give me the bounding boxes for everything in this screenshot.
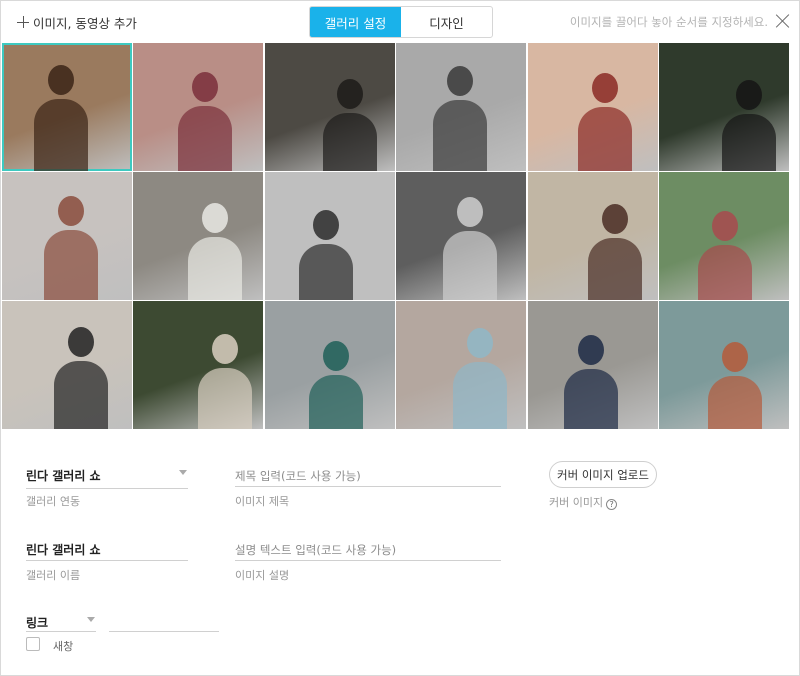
photo-grid [2, 43, 789, 429]
photo-figure-head [202, 203, 229, 233]
title-placeholder: 제목 입력(코드 사용 가능) [235, 469, 361, 483]
photo-figure-head [212, 334, 239, 364]
photo-figure-body [697, 245, 752, 300]
field-underline [26, 488, 188, 489]
photo-thumbnail[interactable] [396, 301, 527, 429]
photo-figure-body [308, 375, 363, 429]
photo-figure-head [58, 196, 84, 226]
cover-label-text: 커버 이미지 [549, 496, 604, 509]
chevron-down-icon [87, 617, 95, 622]
photo-thumbnail[interactable] [658, 43, 789, 171]
photo-thumbnail[interactable] [658, 301, 789, 429]
cover-upload-button[interactable]: 커버 이미지 업로드 [549, 461, 657, 488]
photo-thumbnail[interactable] [2, 172, 132, 300]
plus-icon [17, 16, 29, 28]
gallery-name-label: 갤러리 이름 [26, 569, 81, 582]
photo-figure-head [735, 80, 762, 110]
field-underline [26, 560, 188, 561]
field-underline [235, 486, 501, 487]
photo-figure-head [48, 65, 74, 95]
photo-figure-head [591, 73, 618, 103]
photo-figure-head [68, 327, 94, 357]
photo-thumbnail[interactable] [527, 43, 658, 171]
link-url-input[interactable] [109, 612, 219, 634]
reorder-hint: 이미지를 끌어다 놓아 순서를 지정하세요. [569, 15, 768, 29]
photo-thumbnail[interactable] [133, 43, 264, 171]
title-input[interactable]: 제목 입력(코드 사용 가능) [235, 465, 501, 489]
new-window-checkbox[interactable] [26, 637, 40, 651]
tab-group: 갤러리 설정 디자인 [309, 6, 493, 38]
chevron-down-icon [179, 470, 187, 475]
photo-thumbnail[interactable] [133, 301, 264, 429]
add-media-button[interactable]: 이미지, 동영상 추가 [17, 12, 137, 32]
photo-figure-body [54, 361, 108, 429]
photo-thumbnail[interactable] [264, 301, 395, 429]
photo-thumbnail[interactable] [2, 43, 132, 171]
photo-figure-body [577, 107, 632, 171]
photo-figure-head [192, 72, 219, 102]
photo-figure-body [707, 376, 762, 429]
gallery-link-select[interactable]: 린다 갤러리 쇼 [26, 465, 188, 489]
photo-figure-body [443, 231, 498, 300]
help-icon[interactable]: ? [606, 499, 618, 510]
photo-figure-head [711, 211, 738, 241]
field-underline [235, 560, 501, 561]
tab-gallery-settings[interactable]: 갤러리 설정 [310, 7, 401, 37]
photo-figure-head [322, 341, 349, 371]
gallery-name-value: 린다 갤러리 쇼 [26, 543, 101, 557]
toolbar: 이미지, 동영상 추가 갤러리 설정 디자인 이미지를 끌어다 놓아 순서를 지… [1, 1, 800, 43]
photo-figure-body [198, 368, 253, 429]
field-underline [26, 631, 96, 632]
photo-thumbnail[interactable] [264, 43, 395, 171]
photo-thumbnail[interactable] [527, 172, 658, 300]
link-type-value: 링크 [26, 616, 49, 630]
photo-figure-body [188, 237, 243, 300]
cover-label: 커버 이미지? [549, 494, 618, 510]
photo-figure-body [44, 230, 98, 300]
description-input[interactable]: 설명 텍스트 입력(코드 사용 가능) [235, 539, 501, 563]
description-label: 이미지 설명 [235, 569, 290, 582]
photo-thumbnail[interactable] [133, 172, 264, 300]
add-media-label: 이미지, 동영상 추가 [33, 15, 137, 31]
photo-figure-head [467, 328, 494, 358]
photo-figure-body [34, 99, 88, 171]
photo-figure-body [563, 369, 618, 429]
photo-figure-head [447, 66, 474, 96]
field-underline [109, 631, 219, 632]
photo-figure-body [433, 100, 488, 171]
photo-thumbnail[interactable] [264, 172, 395, 300]
photo-figure-body [322, 113, 377, 171]
photo-thumbnail[interactable] [658, 172, 789, 300]
photo-figure-body [178, 106, 233, 171]
photo-figure-body [721, 114, 776, 171]
photo-figure-head [577, 335, 604, 365]
new-window-label: 새창 [53, 640, 74, 653]
link-type-select[interactable]: 링크 [26, 612, 96, 634]
photo-thumbnail[interactable] [396, 172, 527, 300]
photo-thumbnail[interactable] [2, 301, 132, 429]
photo-figure-head [336, 79, 363, 109]
photo-figure-body [587, 238, 642, 300]
photo-figure-head [601, 204, 628, 234]
photo-figure-body [298, 244, 353, 300]
photo-thumbnail[interactable] [396, 43, 527, 171]
tab-design[interactable]: 디자인 [401, 7, 492, 37]
gallery-link-label: 갤러리 연동 [26, 495, 81, 508]
photo-figure-head [312, 210, 339, 240]
photo-figure-body [453, 362, 508, 429]
gallery-editor-panel: 이미지, 동영상 추가 갤러리 설정 디자인 이미지를 끌어다 놓아 순서를 지… [0, 0, 800, 676]
close-icon[interactable] [775, 14, 789, 28]
photo-thumbnail[interactable] [527, 301, 658, 429]
photo-figure-head [457, 197, 484, 227]
gallery-name-input[interactable]: 린다 갤러리 쇼 [26, 539, 188, 563]
photo-figure-head [721, 342, 748, 372]
title-label: 이미지 제목 [235, 495, 290, 508]
description-placeholder: 설명 텍스트 입력(코드 사용 가능) [235, 543, 397, 557]
gallery-link-value: 린다 갤러리 쇼 [26, 469, 101, 483]
